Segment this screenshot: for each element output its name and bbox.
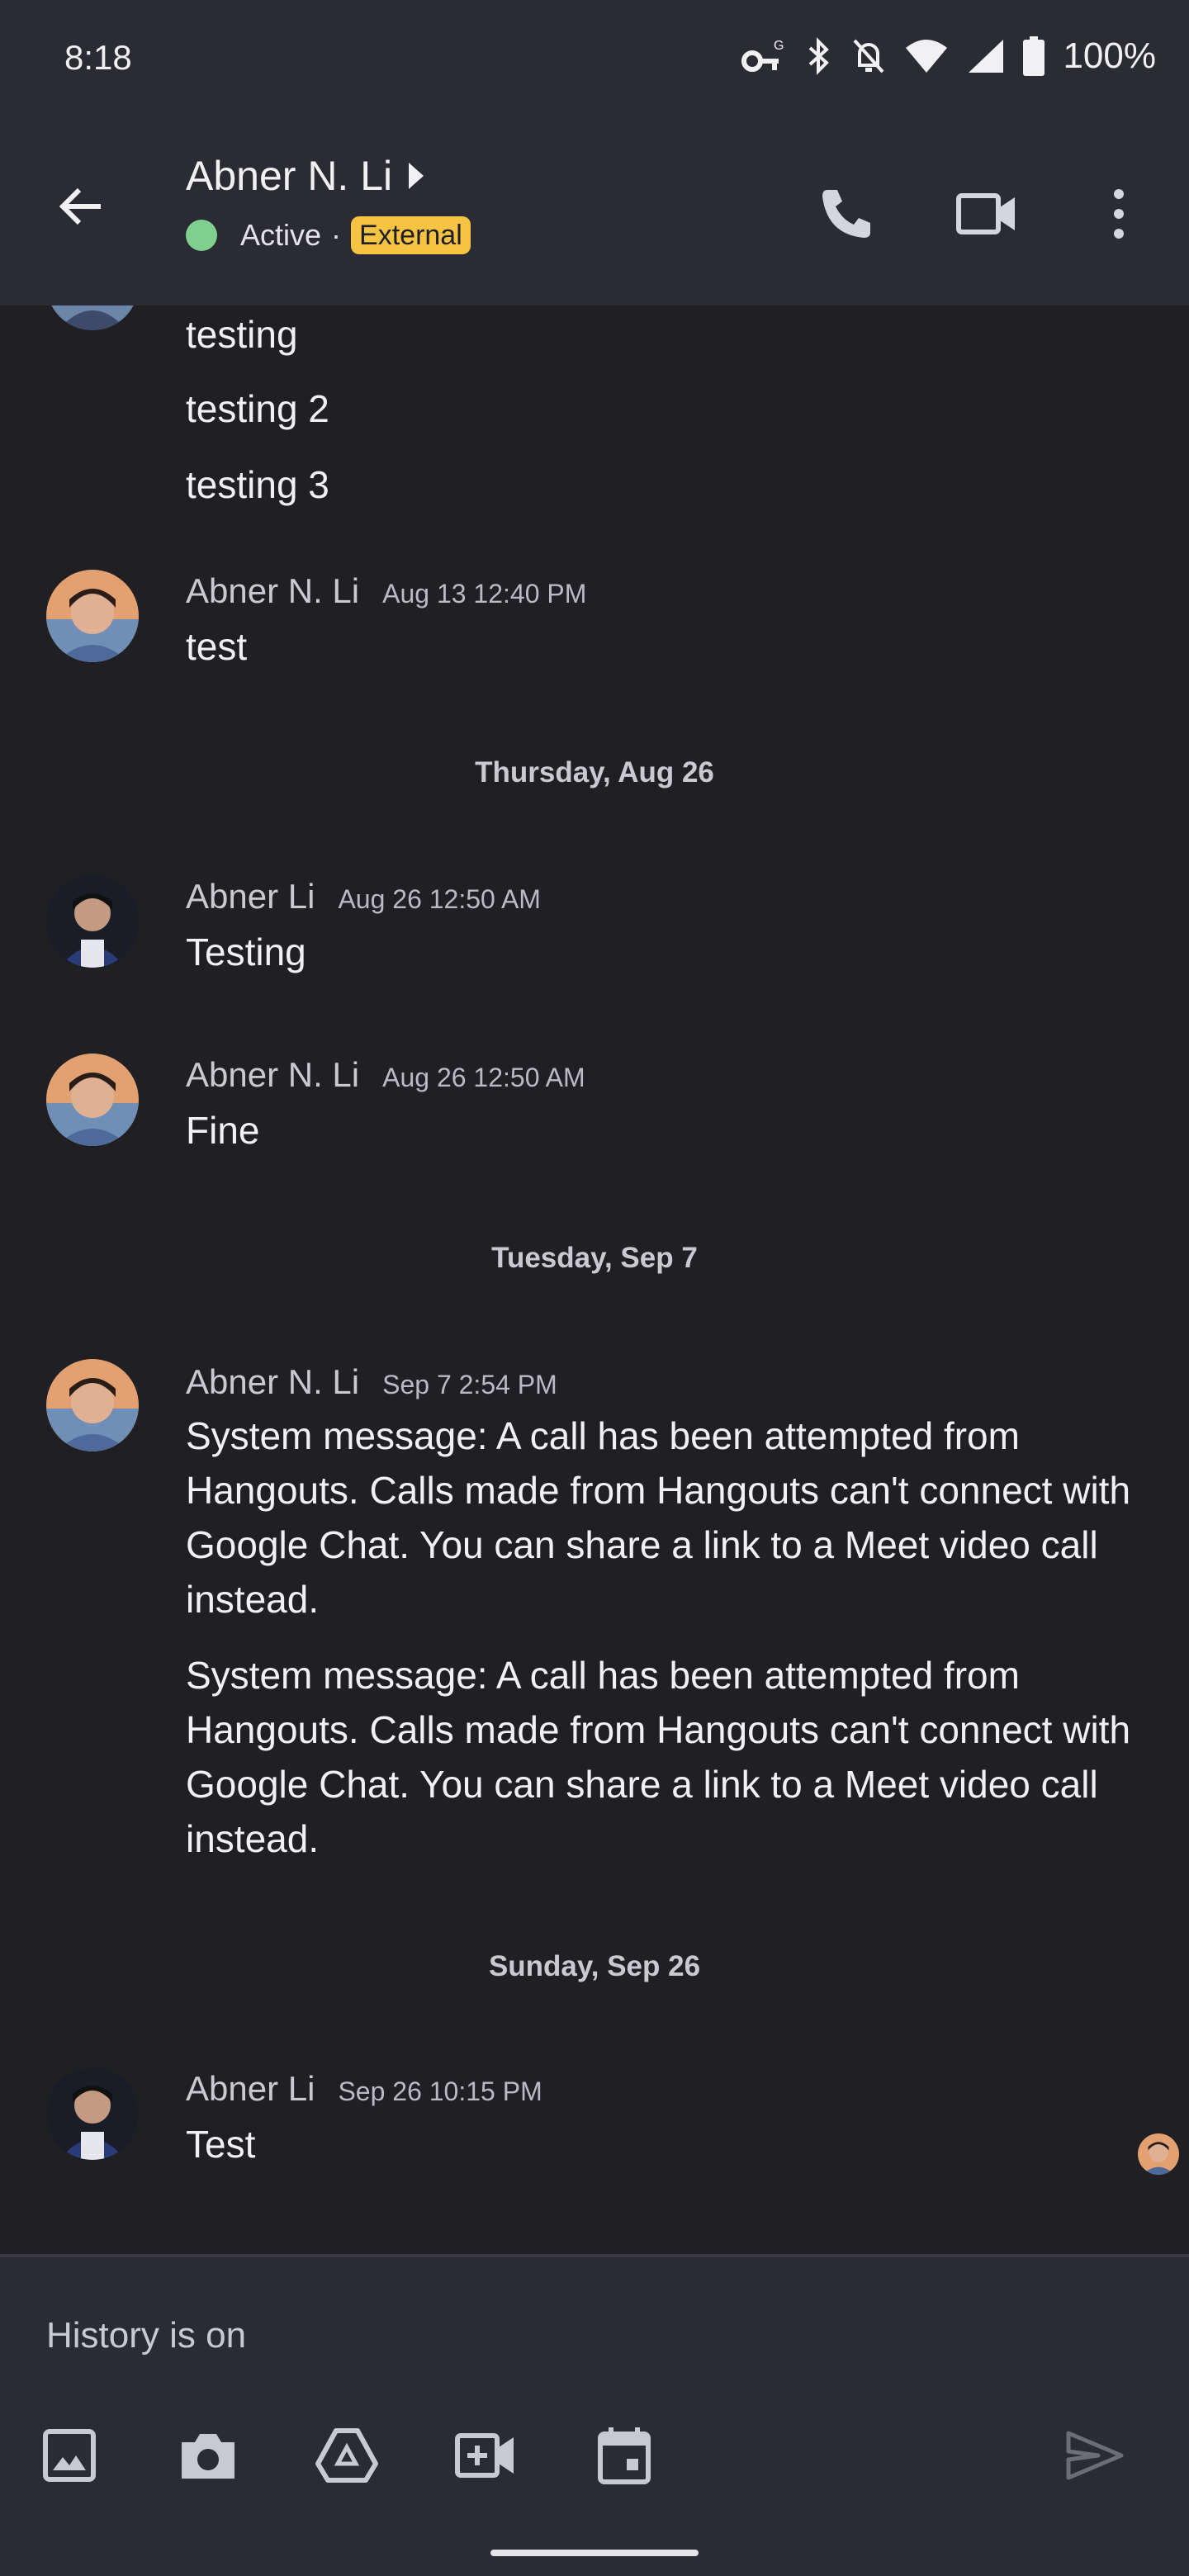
conversation-title[interactable]: Abner N. Li Active · External — [186, 152, 471, 254]
avatar[interactable] — [46, 2067, 139, 2160]
phone-icon — [822, 190, 870, 238]
calendar-icon — [598, 2427, 651, 2484]
home-indicator[interactable] — [490, 2550, 699, 2556]
arrow-back-icon — [59, 187, 101, 225]
more-options-button[interactable] — [1082, 177, 1156, 251]
image-icon — [43, 2429, 96, 2482]
message-list[interactable]: testing testing 2 testing 3 Abner N. Li … — [0, 305, 1189, 2254]
send-icon — [1066, 2431, 1124, 2480]
date-separator: Sunday, Sep 26 — [488, 1950, 701, 1982]
battery-icon — [1023, 36, 1045, 76]
avatar-photo-icon — [46, 570, 139, 662]
drive-button[interactable] — [306, 2414, 388, 2497]
avatar[interactable] — [46, 875, 139, 968]
read-receipt-avatar — [1138, 2133, 1179, 2175]
date-separator: Thursday, Aug 26 — [475, 756, 714, 788]
presence-status: Active — [240, 218, 322, 252]
contact-name: Abner N. Li — [186, 153, 393, 199]
message-text: System message: A call has been attempte… — [186, 1654, 1131, 1860]
more-vert-icon — [1114, 189, 1124, 239]
app-bar: Abner N. Li Active · External — [0, 119, 1189, 305]
message-text: Test — [186, 2123, 256, 2166]
message-header: Abner N. Li Sep 7 2:54 PM — [186, 1362, 557, 1402]
sender-name: Abner Li — [186, 877, 315, 916]
message-text: System message: A call has been attempte… — [186, 1414, 1131, 1621]
video-call-button[interactable] — [950, 177, 1024, 251]
arrow-right-icon — [409, 163, 424, 189]
avatar[interactable] — [46, 570, 139, 662]
avatar-photo-icon — [1138, 2133, 1179, 2175]
message-header: Abner N. Li Aug 26 12:50 AM — [186, 1055, 585, 1095]
message-text: Testing — [186, 930, 306, 973]
avatar[interactable] — [46, 1054, 139, 1146]
avatar-photo-icon — [46, 1359, 139, 1451]
status-time: 8:18 — [64, 38, 132, 77]
avatar-photo-icon — [46, 2067, 139, 2160]
avatar-photo-icon — [46, 875, 139, 968]
message-time: Aug 13 12:40 PM — [382, 579, 587, 608]
message-input[interactable]: History is on — [46, 2315, 246, 2356]
bluetooth-icon — [809, 37, 830, 75]
message-text: testing — [186, 313, 298, 356]
message-text: testing 3 — [186, 463, 329, 506]
presence-dot — [186, 220, 217, 251]
sender-name: Abner N. Li — [186, 571, 360, 610]
message-time: Aug 26 12:50 AM — [338, 884, 541, 914]
avatar — [46, 305, 139, 330]
avatar-photo-icon — [46, 305, 139, 330]
call-button[interactable] — [809, 177, 883, 251]
date-separator: Tuesday, Sep 7 — [491, 1242, 698, 1274]
message-text: test — [186, 625, 248, 668]
message-text: testing 2 — [186, 387, 329, 430]
schedule-event-button[interactable] — [583, 2414, 666, 2497]
message-header: Abner Li Aug 26 12:50 AM — [186, 877, 541, 916]
notifications-off-icon — [853, 39, 884, 73]
wifi-icon — [906, 40, 948, 73]
message-header: Abner Li Sep 26 10:15 PM — [186, 2069, 542, 2109]
add-image-button[interactable] — [28, 2414, 111, 2497]
add-video-meeting-button[interactable] — [444, 2414, 527, 2497]
signal-icon — [969, 40, 1004, 73]
camera-icon — [182, 2434, 234, 2479]
external-badge: External — [351, 216, 471, 254]
sender-name: Abner N. Li — [186, 1362, 360, 1401]
add-meet-icon — [455, 2433, 514, 2478]
avatar-photo-icon — [46, 1054, 139, 1146]
video-icon — [956, 193, 1015, 234]
send-button[interactable] — [1054, 2414, 1136, 2497]
svg-text:G: G — [774, 39, 784, 53]
avatar[interactable] — [46, 1359, 139, 1451]
back-button[interactable] — [45, 170, 117, 243]
sender-name: Abner N. Li — [186, 1055, 360, 1094]
camera-button[interactable] — [167, 2414, 249, 2497]
composer: History is on — [0, 2257, 1189, 2576]
separator: · — [331, 218, 342, 252]
status-bar: 8:18 G 100% — [0, 0, 1189, 119]
message-time: Sep 7 2:54 PM — [382, 1370, 557, 1399]
message-time: Sep 26 10:15 PM — [338, 2076, 542, 2106]
battery-percent: 100% — [1063, 36, 1156, 76]
status-icons: G 100% — [741, 33, 1156, 79]
message-header: Abner N. Li Aug 13 12:40 PM — [186, 571, 586, 611]
drive-icon — [315, 2428, 378, 2483]
message-text: Fine — [186, 1109, 260, 1152]
sender-name: Abner Li — [186, 2069, 315, 2108]
vpn-key-icon: G — [741, 39, 784, 72]
message-time: Aug 26 12:50 AM — [382, 1063, 585, 1092]
